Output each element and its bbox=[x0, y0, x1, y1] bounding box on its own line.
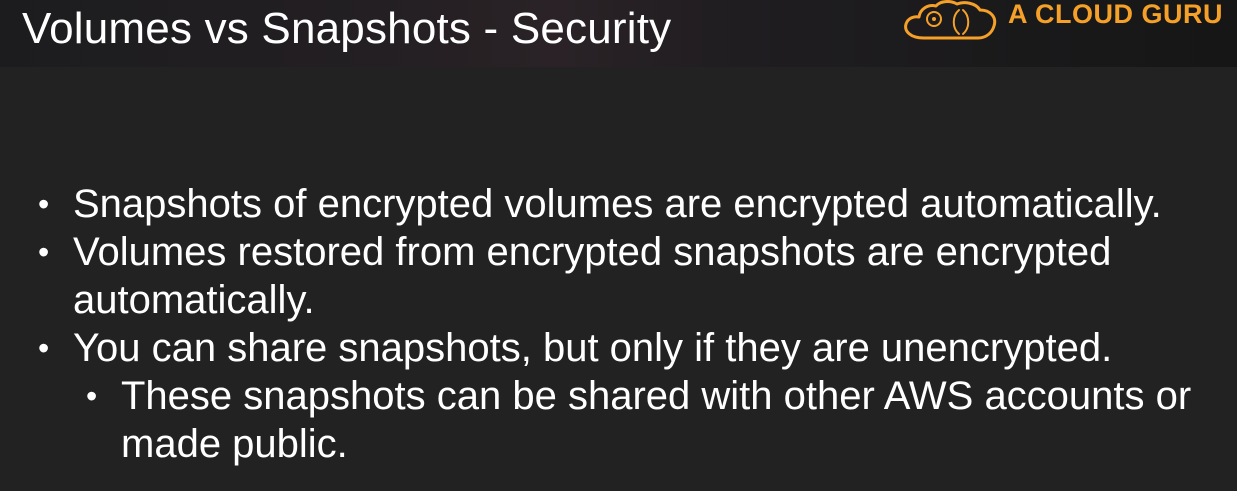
bullet-marker: • bbox=[38, 330, 50, 366]
bullet-marker: • bbox=[38, 234, 50, 270]
bullet-item: • Snapshots of encrypted volumes are enc… bbox=[0, 180, 1223, 228]
bullet-item: • You can share snapshots, but only if t… bbox=[0, 324, 1223, 372]
bullet-marker: • bbox=[38, 186, 50, 222]
slide-title: Volumes vs Snapshots - Security bbox=[22, 4, 672, 53]
sub-bullet-item: • These snapshots can be shared with oth… bbox=[0, 372, 1221, 468]
bullet-item: • Volumes restored from encrypted snapsh… bbox=[0, 228, 1223, 324]
brand-logo: A CLOUD GURU bbox=[902, 0, 1237, 40]
bullet-text: You can share snapshots, but only if the… bbox=[73, 326, 1113, 370]
cloud-icon bbox=[904, 0, 997, 40]
slide: Volumes vs Snapshots - Security A CLOUD … bbox=[0, 0, 1237, 491]
bullet-text: Snapshots of encrypted volumes are encry… bbox=[73, 182, 1162, 226]
bullet-text: Volumes restored from encrypted snapshot… bbox=[73, 230, 1112, 322]
logo-text: A CLOUD GURU bbox=[1008, 0, 1223, 29]
bullet-list: • Snapshots of encrypted volumes are enc… bbox=[0, 180, 1237, 468]
bullet-text: These snapshots can be shared with other… bbox=[121, 374, 1192, 466]
bullet-marker: • bbox=[86, 378, 98, 414]
